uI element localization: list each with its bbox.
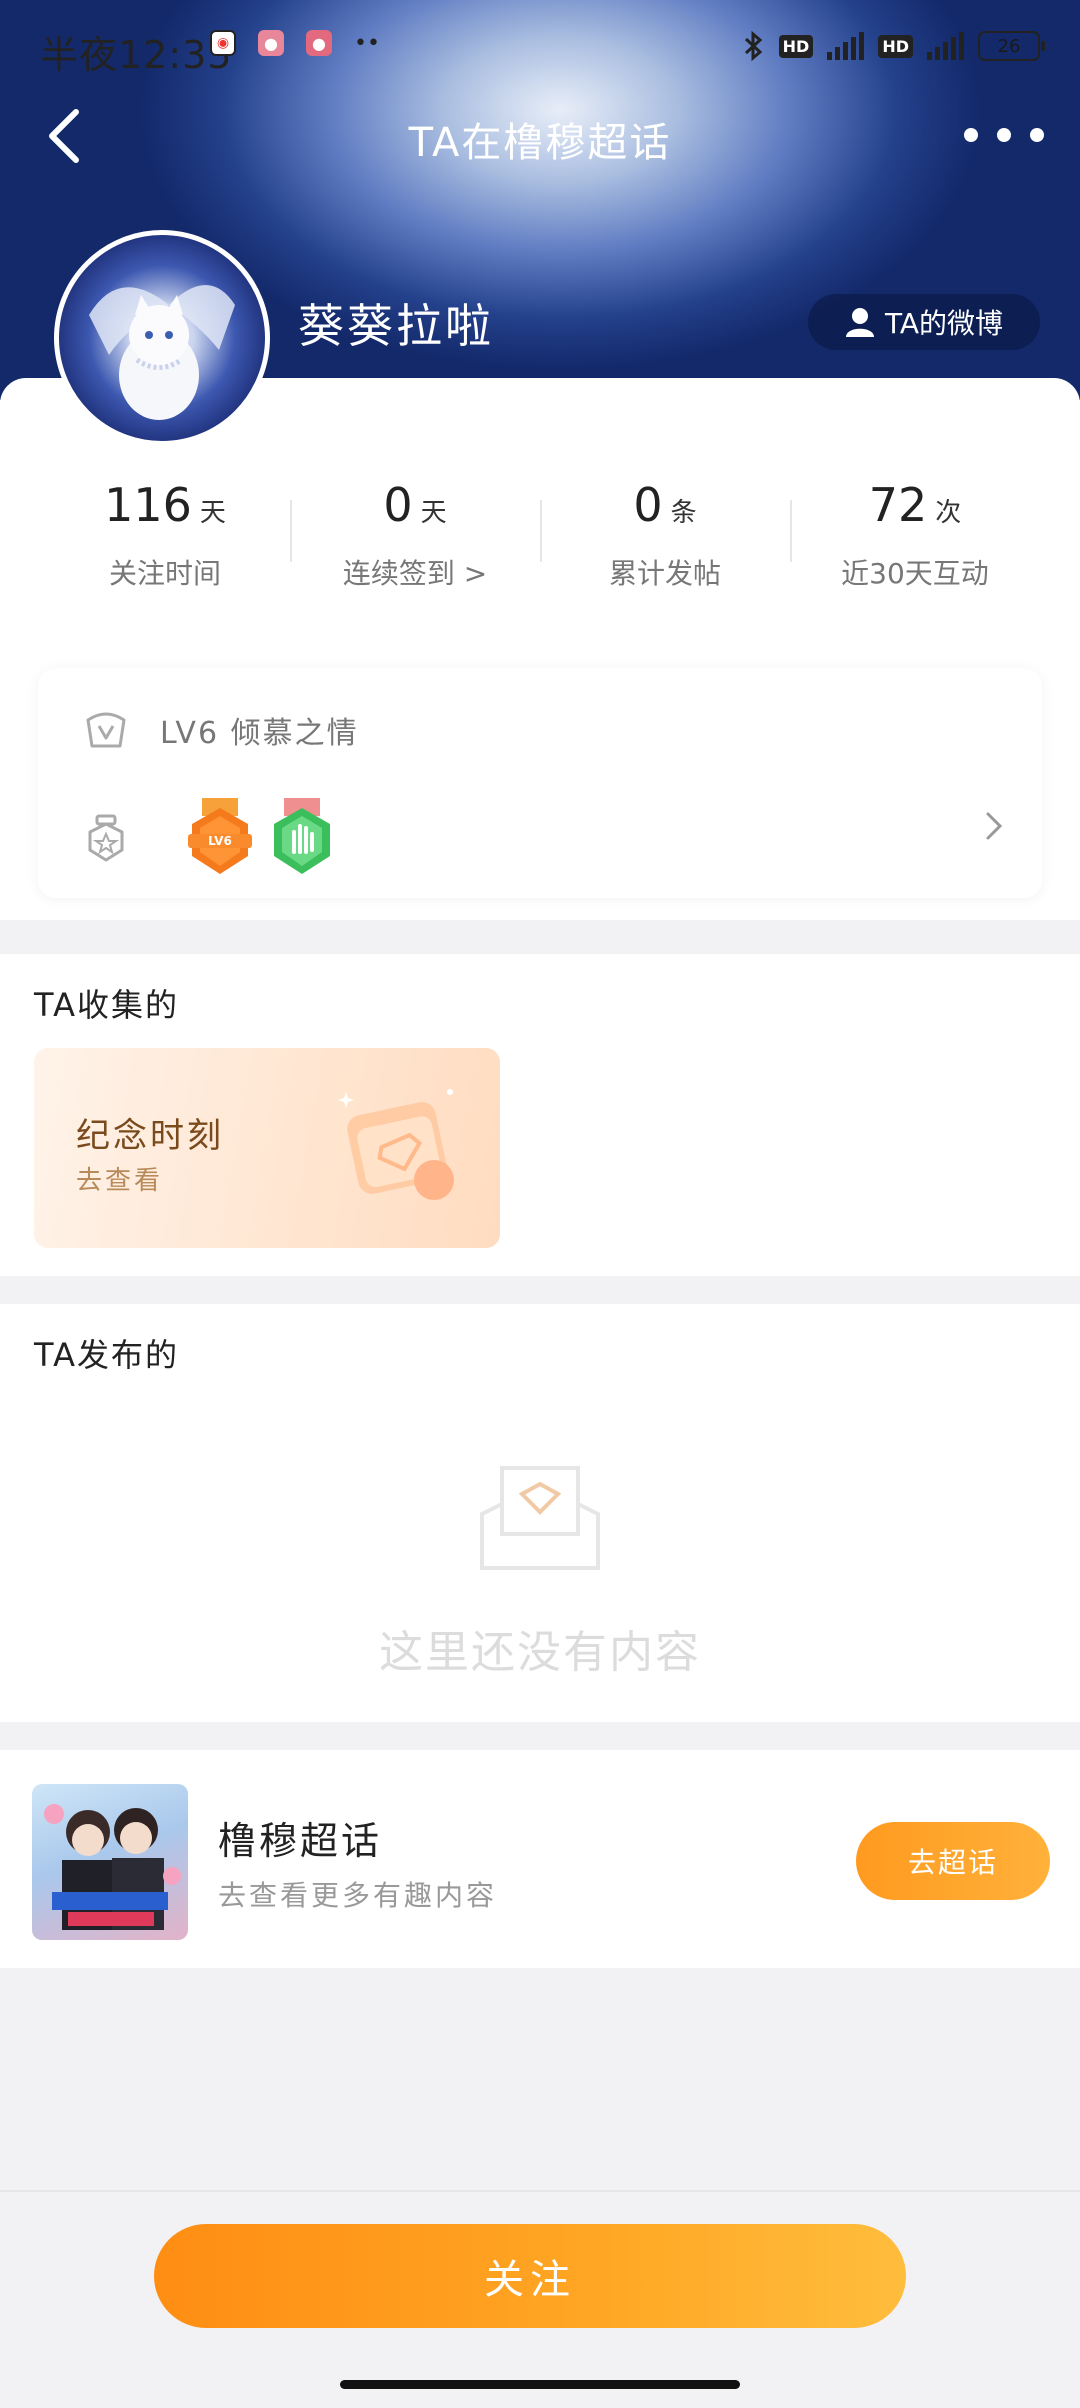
follow-button[interactable]: 关注 <box>154 2224 906 2328</box>
weibo-profile-button[interactable]: TA的微博 <box>808 294 1040 350</box>
topic-name: 橹穆超话 <box>218 1819 383 1863</box>
battery-icon: 26 <box>978 31 1045 61</box>
medal-icon <box>88 814 124 862</box>
more-notifications-icon: •• <box>354 30 380 56</box>
stat-follow-days: 116 天 关注时间 <box>40 478 290 598</box>
badge-text: LV6 <box>208 834 232 848</box>
stat-unit: 条 <box>670 498 697 528</box>
badges-row: LV6 <box>84 798 334 878</box>
profile-card: 116 天 关注时间 0天 连续签到 > 0条 累计发帖 72 次 近30天互动 L… <box>0 378 1080 920</box>
status-time: 半夜12:35 <box>40 33 233 77</box>
empty-text: 这里还没有内容 <box>379 1627 701 1678</box>
published-section: TA发布的 这里还没有内容 <box>0 1304 1080 1722</box>
stat-unit: 天 <box>199 498 226 528</box>
level-panel[interactable]: LV6 倾慕之情 LV6 <box>38 668 1042 898</box>
username: 葵葵拉啦 <box>298 299 494 353</box>
stat-value: 0 <box>383 478 413 532</box>
stat-value: 0 <box>633 478 663 532</box>
stat-label: 累计发帖 <box>608 557 721 590</box>
more-dot-icon <box>1030 128 1044 142</box>
level-row: LV6 倾慕之情 <box>84 708 359 752</box>
calendar-diamond-icon <box>338 1089 454 1200</box>
memorial-subtitle: 去查看 <box>76 1166 164 1196</box>
memorial-moments-card[interactable]: 纪念时刻 去查看 <box>34 1048 500 1248</box>
cover-art <box>44 1804 181 1930</box>
stat-value: 116 <box>104 478 192 532</box>
stat-label: 近30天互动 <box>841 557 989 590</box>
nav-bar: TA在橹穆超话 <box>0 100 1080 175</box>
more-options-button[interactable] <box>964 110 1044 160</box>
lv6-badge-icon: LV6 <box>188 798 252 874</box>
published-title: TA发布的 <box>34 1336 179 1374</box>
empty-box-icon <box>480 1466 600 1570</box>
more-dot-icon <box>964 128 978 142</box>
app-icon: ● <box>306 30 332 56</box>
weibo-button-label: TA的微博 <box>884 307 1004 340</box>
hd-badge-1: HD <box>778 34 814 58</box>
level-v-icon <box>86 712 126 748</box>
hand-badge-icon <box>274 798 330 874</box>
chat-icon: ● <box>258 30 284 56</box>
stat-label: 连续签到 > <box>342 557 488 590</box>
status-bar: 半夜12:35 ◉ ● ● •• HD HD 26 <box>0 0 1080 100</box>
stat-posts: 0条 累计发帖 <box>540 478 790 598</box>
home-indicator[interactable] <box>340 2380 740 2389</box>
collected-title: TA收集的 <box>34 986 179 1024</box>
stat-unit: 天 <box>420 498 447 528</box>
bottom-divider <box>0 2190 1080 2192</box>
memorial-title: 纪念时刻 <box>76 1116 224 1156</box>
stat-value: 72 <box>868 478 928 532</box>
stat-checkin-days[interactable]: 0天 连续签到 > <box>290 478 540 598</box>
topic-subtitle: 去查看更多有趣内容 <box>218 1879 498 1912</box>
collected-section: TA收集的 纪念时刻 去查看 <box>0 954 1080 1276</box>
weibo-icon: ◉ <box>210 30 236 56</box>
page-title: TA在橹穆超话 <box>408 120 672 166</box>
user-icon <box>845 308 874 337</box>
bluetooth-icon <box>744 30 762 62</box>
level-text: LV6 倾慕之情 <box>160 716 359 751</box>
avatar[interactable] <box>54 230 270 446</box>
status-right: HD HD 26 <box>743 30 1045 62</box>
stat-interactions: 72 次 近30天互动 <box>790 478 1040 598</box>
stat-label: 关注时间 <box>108 557 221 590</box>
super-topic-row[interactable]: 橹穆超话 去查看更多有趣内容 去超话 <box>0 1750 1080 1968</box>
notification-icons: ◉ ● ● •• <box>210 30 380 56</box>
cat-angel-image <box>89 285 235 420</box>
signal-icon-1 <box>827 32 865 60</box>
signal-icon-2 <box>927 32 964 60</box>
stats-row: 116 天 关注时间 0天 连续签到 > 0条 累计发帖 72 次 近30天互动 <box>40 478 1040 598</box>
chevron-right-icon <box>986 812 1003 840</box>
hd-badge-2: HD <box>878 34 913 58</box>
stat-unit: 次 <box>935 498 962 528</box>
more-dot-icon <box>997 128 1011 142</box>
topic-cover-image <box>32 1784 188 1940</box>
go-super-topic-button[interactable]: 去超话 <box>856 1822 1050 1900</box>
